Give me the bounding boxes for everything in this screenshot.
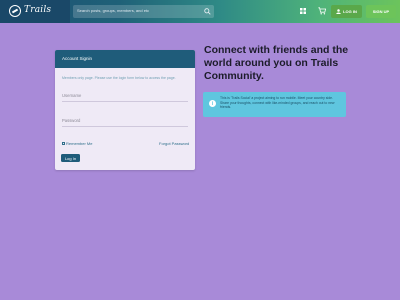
info-icon: i bbox=[209, 100, 216, 107]
signin-title: Account Signin bbox=[62, 56, 93, 61]
cart-icon[interactable] bbox=[318, 7, 326, 15]
remember-checkbox-box[interactable] bbox=[62, 142, 65, 145]
signin-card-header: Account Signin bbox=[55, 50, 195, 68]
top-navbar: Trails Search posts, groups, members, an… bbox=[0, 0, 400, 23]
hero-headline: Connect with friends and the world aroun… bbox=[204, 44, 349, 82]
logo-mark-icon bbox=[9, 5, 21, 17]
password-field[interactable]: Password bbox=[62, 116, 188, 127]
logo-text: Trails bbox=[24, 5, 52, 15]
username-placeholder: Username bbox=[62, 93, 82, 98]
remember-me-checkbox[interactable]: Remember Me bbox=[62, 141, 92, 146]
search-input[interactable]: Search posts, groups, members, and etc bbox=[73, 5, 214, 18]
username-field[interactable]: Username bbox=[62, 91, 188, 102]
info-text: This is 'Trails Social' a project aiming… bbox=[220, 96, 335, 110]
login-label: LOG IN bbox=[343, 9, 357, 14]
info-banner: i This is 'Trails Social' a project aimi… bbox=[203, 92, 346, 117]
apps-grid-icon[interactable] bbox=[300, 8, 306, 14]
signup-button[interactable]: SIGN UP bbox=[366, 5, 396, 18]
signin-submit-button[interactable]: Log In bbox=[61, 154, 80, 162]
search-icon[interactable] bbox=[204, 8, 211, 15]
brand-logo[interactable]: Trails bbox=[0, 0, 70, 23]
search-placeholder: Search posts, groups, members, and etc bbox=[77, 8, 150, 13]
signin-card: Account Signin Members only page. Please… bbox=[55, 50, 195, 170]
signin-submit-label: Log In bbox=[64, 155, 77, 161]
signin-note: Members only page. Please use the login … bbox=[62, 76, 176, 80]
user-icon bbox=[336, 9, 341, 14]
login-button[interactable]: LOG IN bbox=[331, 5, 362, 18]
forgot-password-link[interactable]: Forgot Password bbox=[159, 141, 189, 146]
signup-label: SIGN UP bbox=[372, 9, 390, 14]
password-placeholder: Password bbox=[62, 118, 81, 123]
remember-label: Remember Me bbox=[66, 141, 93, 146]
